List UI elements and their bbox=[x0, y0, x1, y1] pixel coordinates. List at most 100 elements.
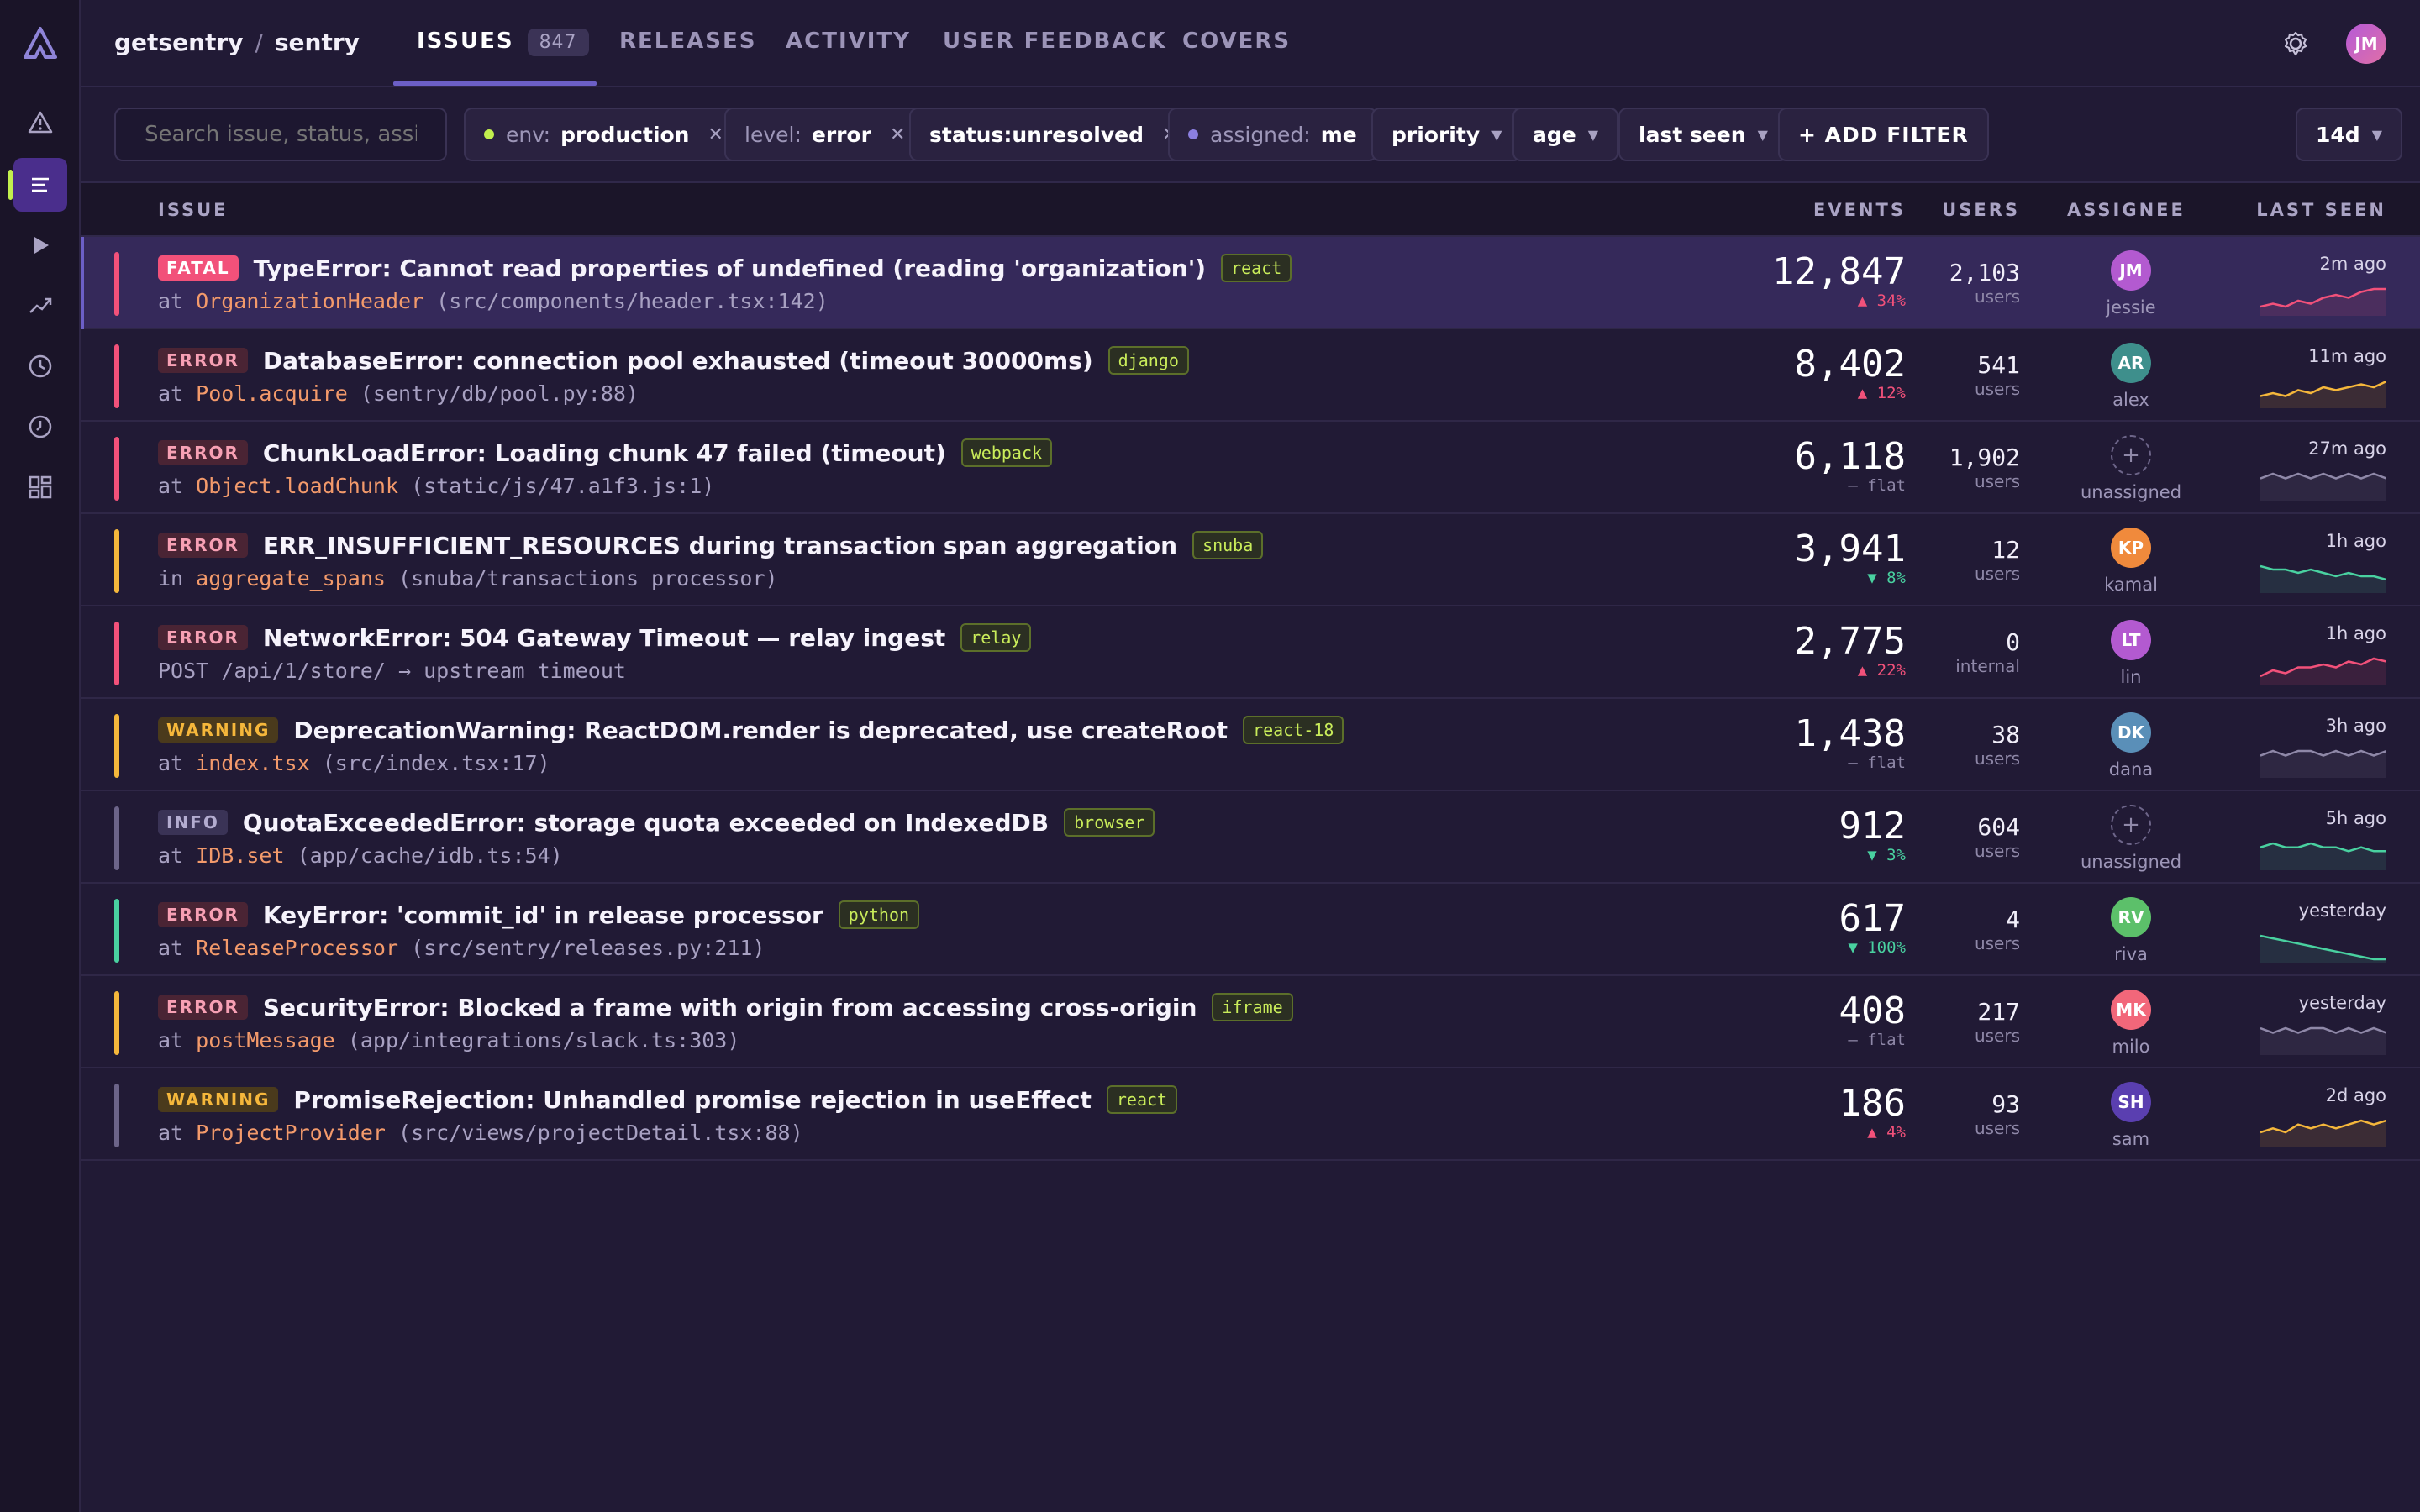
issue-title[interactable]: DatabaseError: connection pool exhausted… bbox=[263, 347, 1093, 375]
event-count: 186 bbox=[1839, 1082, 1906, 1125]
filter-chip-status[interactable]: status:unresolved ✕ bbox=[909, 108, 1198, 161]
table-row[interactable]: ERROR SecurityError: Blocked a frame wit… bbox=[81, 976, 2420, 1068]
assignee-cell[interactable]: RV riva bbox=[2072, 897, 2190, 964]
assignee-avatar[interactable]: LT bbox=[2111, 620, 2151, 660]
event-count: 912 bbox=[1839, 805, 1906, 848]
assignee-avatar[interactable]: JM bbox=[2111, 250, 2151, 291]
last-seen-time: 1h ago bbox=[2325, 623, 2386, 643]
breadcrumb-org[interactable]: getsentry bbox=[114, 29, 243, 56]
age-dropdown[interactable]: age ▼ bbox=[1512, 108, 1619, 161]
users-cell: 541 users bbox=[1975, 351, 2020, 399]
sentry-logo-icon[interactable] bbox=[20, 24, 60, 64]
assignee-avatar[interactable]: AR bbox=[2111, 343, 2151, 383]
tab-releases[interactable]: RELEASES bbox=[619, 29, 756, 54]
filter-value: status:unresolved bbox=[929, 122, 1144, 147]
column-header-assignee[interactable]: ASSIGNEE bbox=[2067, 200, 2186, 220]
nav-history-clock-icon[interactable] bbox=[20, 407, 60, 447]
filter-chip-assigned[interactable]: assigned: me bbox=[1168, 108, 1377, 161]
remove-filter-close-icon[interactable]: ✕ bbox=[708, 124, 723, 145]
nav-replay-play-icon[interactable] bbox=[20, 225, 60, 265]
nav-dashboards-grid-icon[interactable] bbox=[20, 467, 60, 507]
assign-plus-icon[interactable]: + bbox=[2111, 805, 2151, 845]
platform-tag[interactable]: relay bbox=[960, 623, 1032, 652]
assignee-cell[interactable]: MK milo bbox=[2072, 990, 2190, 1057]
tab-issues[interactable]: ISSUES 847 bbox=[417, 29, 589, 56]
assignee-cell[interactable]: KP kamal bbox=[2072, 528, 2190, 595]
assignee-cell[interactable]: LT lin bbox=[2072, 620, 2190, 687]
settings-gear-icon[interactable] bbox=[2279, 27, 2312, 60]
assignee-avatar[interactable]: MK bbox=[2111, 990, 2151, 1030]
issue-title[interactable]: ERR_INSUFFICIENT_RESOURCES during transa… bbox=[263, 532, 1177, 559]
issue-title[interactable]: DeprecationWarning: ReactDOM.render is d… bbox=[293, 717, 1228, 744]
table-row[interactable]: WARNING DeprecationWarning: ReactDOM.ren… bbox=[81, 699, 2420, 791]
user-avatar[interactable]: JM bbox=[2346, 24, 2386, 64]
filter-chip-level[interactable]: level: error ✕ bbox=[724, 108, 926, 161]
issue-title[interactable]: QuotaExceededError: storage quota exceed… bbox=[243, 809, 1049, 837]
issue-title[interactable]: KeyError: 'commit_id' in release process… bbox=[263, 901, 823, 929]
trend-sparkline bbox=[2260, 749, 2386, 778]
filter-chip-env[interactable]: env: production ✕ bbox=[464, 108, 744, 161]
breadcrumb-project[interactable]: sentry bbox=[275, 29, 360, 56]
assignee-avatar[interactable]: KP bbox=[2111, 528, 2151, 568]
platform-tag[interactable]: snuba bbox=[1192, 531, 1264, 559]
events-cell: 6,118 — flat bbox=[1795, 435, 1906, 495]
users-cell: 4 users bbox=[1975, 906, 2020, 953]
tab-user-feedback[interactable]: USER FEEDBACK bbox=[943, 29, 1167, 54]
assignee-cell[interactable]: AR alex bbox=[2072, 343, 2190, 410]
assignee-cell[interactable]: + unassigned bbox=[2072, 805, 2190, 872]
priority-dropdown[interactable]: priority ▼ bbox=[1371, 108, 1523, 161]
column-header-last-seen[interactable]: LAST SEEN bbox=[2256, 200, 2386, 220]
assignee-avatar[interactable]: DK bbox=[2111, 712, 2151, 753]
last-seen-cell: 11m ago bbox=[2260, 346, 2386, 408]
column-header-issue[interactable]: ISSUE bbox=[158, 200, 229, 220]
assignee-avatar[interactable]: SH bbox=[2111, 1082, 2151, 1122]
platform-tag[interactable]: python bbox=[838, 900, 920, 929]
period-dropdown[interactable]: 14d ▼ bbox=[2296, 108, 2402, 161]
nav-performance-trend-icon[interactable] bbox=[20, 286, 60, 326]
nav-issues-alert-icon[interactable] bbox=[20, 102, 60, 143]
tab-covers[interactable]: COVERS bbox=[1182, 29, 1291, 54]
last-seen-cell: yesterday bbox=[2260, 993, 2386, 1055]
assignee-cell[interactable]: JM jessie bbox=[2072, 250, 2190, 318]
nav-list-icon[interactable] bbox=[8, 158, 67, 212]
search-input[interactable] bbox=[114, 108, 447, 161]
tab-activity[interactable]: ACTIVITY bbox=[786, 29, 911, 54]
issue-title[interactable]: TypeError: Cannot read properties of und… bbox=[254, 255, 1206, 282]
assignee-cell[interactable]: SH sam bbox=[2072, 1082, 2190, 1149]
issue-title[interactable]: NetworkError: 504 Gateway Timeout — rela… bbox=[263, 624, 945, 652]
event-trend: ▼ 8% bbox=[1867, 569, 1906, 587]
platform-tag[interactable]: browser bbox=[1064, 808, 1155, 837]
platform-tag[interactable]: react-18 bbox=[1243, 716, 1344, 744]
remove-filter-close-icon[interactable]: ✕ bbox=[890, 124, 905, 145]
platform-tag[interactable]: webpack bbox=[960, 438, 1053, 467]
platform-tag[interactable]: django bbox=[1107, 346, 1189, 375]
table-row[interactable]: WARNING PromiseRejection: Unhandled prom… bbox=[81, 1068, 2420, 1161]
table-row[interactable]: ERROR KeyError: 'commit_id' in release p… bbox=[81, 884, 2420, 976]
last-seen-dropdown[interactable]: last seen ▼ bbox=[1618, 108, 1788, 161]
sparkline-area bbox=[2260, 289, 2386, 316]
assignee-cell[interactable]: DK dana bbox=[2072, 712, 2190, 780]
table-row[interactable]: FATAL TypeError: Cannot read properties … bbox=[81, 237, 2420, 329]
table-header: ISSUE EVENTS USERS ASSIGNEE LAST SEEN bbox=[81, 183, 2420, 237]
table-row[interactable]: ERROR NetworkError: 504 Gateway Timeout … bbox=[81, 606, 2420, 699]
column-header-events[interactable]: EVENTS bbox=[1813, 200, 1906, 220]
table-row[interactable]: INFO QuotaExceededError: storage quota e… bbox=[81, 791, 2420, 884]
issue-title[interactable]: ChunkLoadError: Loading chunk 47 failed … bbox=[263, 439, 946, 467]
table-row[interactable]: ERROR ChunkLoadError: Loading chunk 47 f… bbox=[81, 422, 2420, 514]
assign-plus-icon[interactable]: + bbox=[2111, 435, 2151, 475]
filter-value: production bbox=[560, 122, 690, 147]
add-filter-button[interactable]: + ADD FILTER bbox=[1778, 108, 1989, 161]
platform-tag[interactable]: iframe bbox=[1212, 993, 1293, 1021]
nav-crons-clock-icon[interactable] bbox=[20, 346, 60, 386]
platform-tag[interactable]: react bbox=[1221, 254, 1292, 282]
assignee-cell[interactable]: + unassigned bbox=[2072, 435, 2190, 502]
issue-title[interactable]: SecurityError: Blocked a frame with orig… bbox=[263, 994, 1197, 1021]
table-row[interactable]: ERROR ERR_INSUFFICIENT_RESOURCES during … bbox=[81, 514, 2420, 606]
sparkline-area bbox=[2260, 474, 2386, 501]
last-seen-cell: 3h ago bbox=[2260, 716, 2386, 778]
issue-title[interactable]: PromiseRejection: Unhandled promise reje… bbox=[293, 1086, 1091, 1114]
column-header-users[interactable]: USERS bbox=[1942, 200, 2020, 220]
assignee-avatar[interactable]: RV bbox=[2111, 897, 2151, 937]
platform-tag[interactable]: react bbox=[1106, 1085, 1178, 1114]
table-row[interactable]: ERROR DatabaseError: connection pool exh… bbox=[81, 329, 2420, 422]
